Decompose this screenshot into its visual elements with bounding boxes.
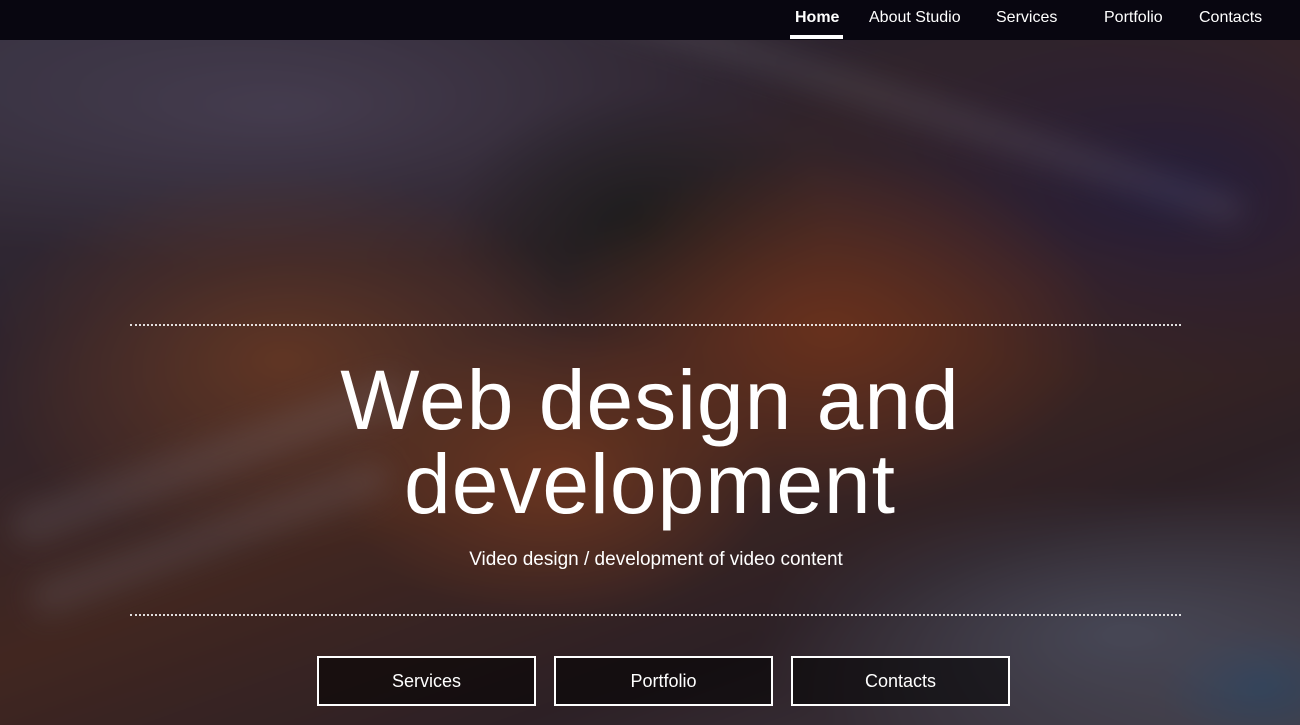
nav-services[interactable]: Services [996, 0, 1057, 40]
divider-top [130, 324, 1181, 326]
hero-title: Web design and development [0, 358, 1300, 526]
services-button[interactable]: Services [317, 656, 536, 706]
page: Home About Studio Services Portfolio Con… [0, 0, 1300, 725]
nav-about-studio[interactable]: About Studio [869, 0, 961, 40]
nav-active-indicator [790, 35, 843, 39]
hero-title-line1: Web design and [340, 353, 960, 447]
nav-contacts[interactable]: Contacts [1199, 0, 1262, 40]
nav-home[interactable]: Home [795, 0, 839, 40]
hero-subtitle: Video design / development of video cont… [469, 549, 843, 570]
nav-portfolio[interactable]: Portfolio [1104, 0, 1163, 40]
hero-title-line2: development [404, 437, 896, 531]
top-navbar: Home About Studio Services Portfolio Con… [0, 0, 1300, 40]
divider-bottom [130, 614, 1181, 616]
portfolio-button[interactable]: Portfolio [554, 656, 773, 706]
contacts-button[interactable]: Contacts [791, 656, 1010, 706]
